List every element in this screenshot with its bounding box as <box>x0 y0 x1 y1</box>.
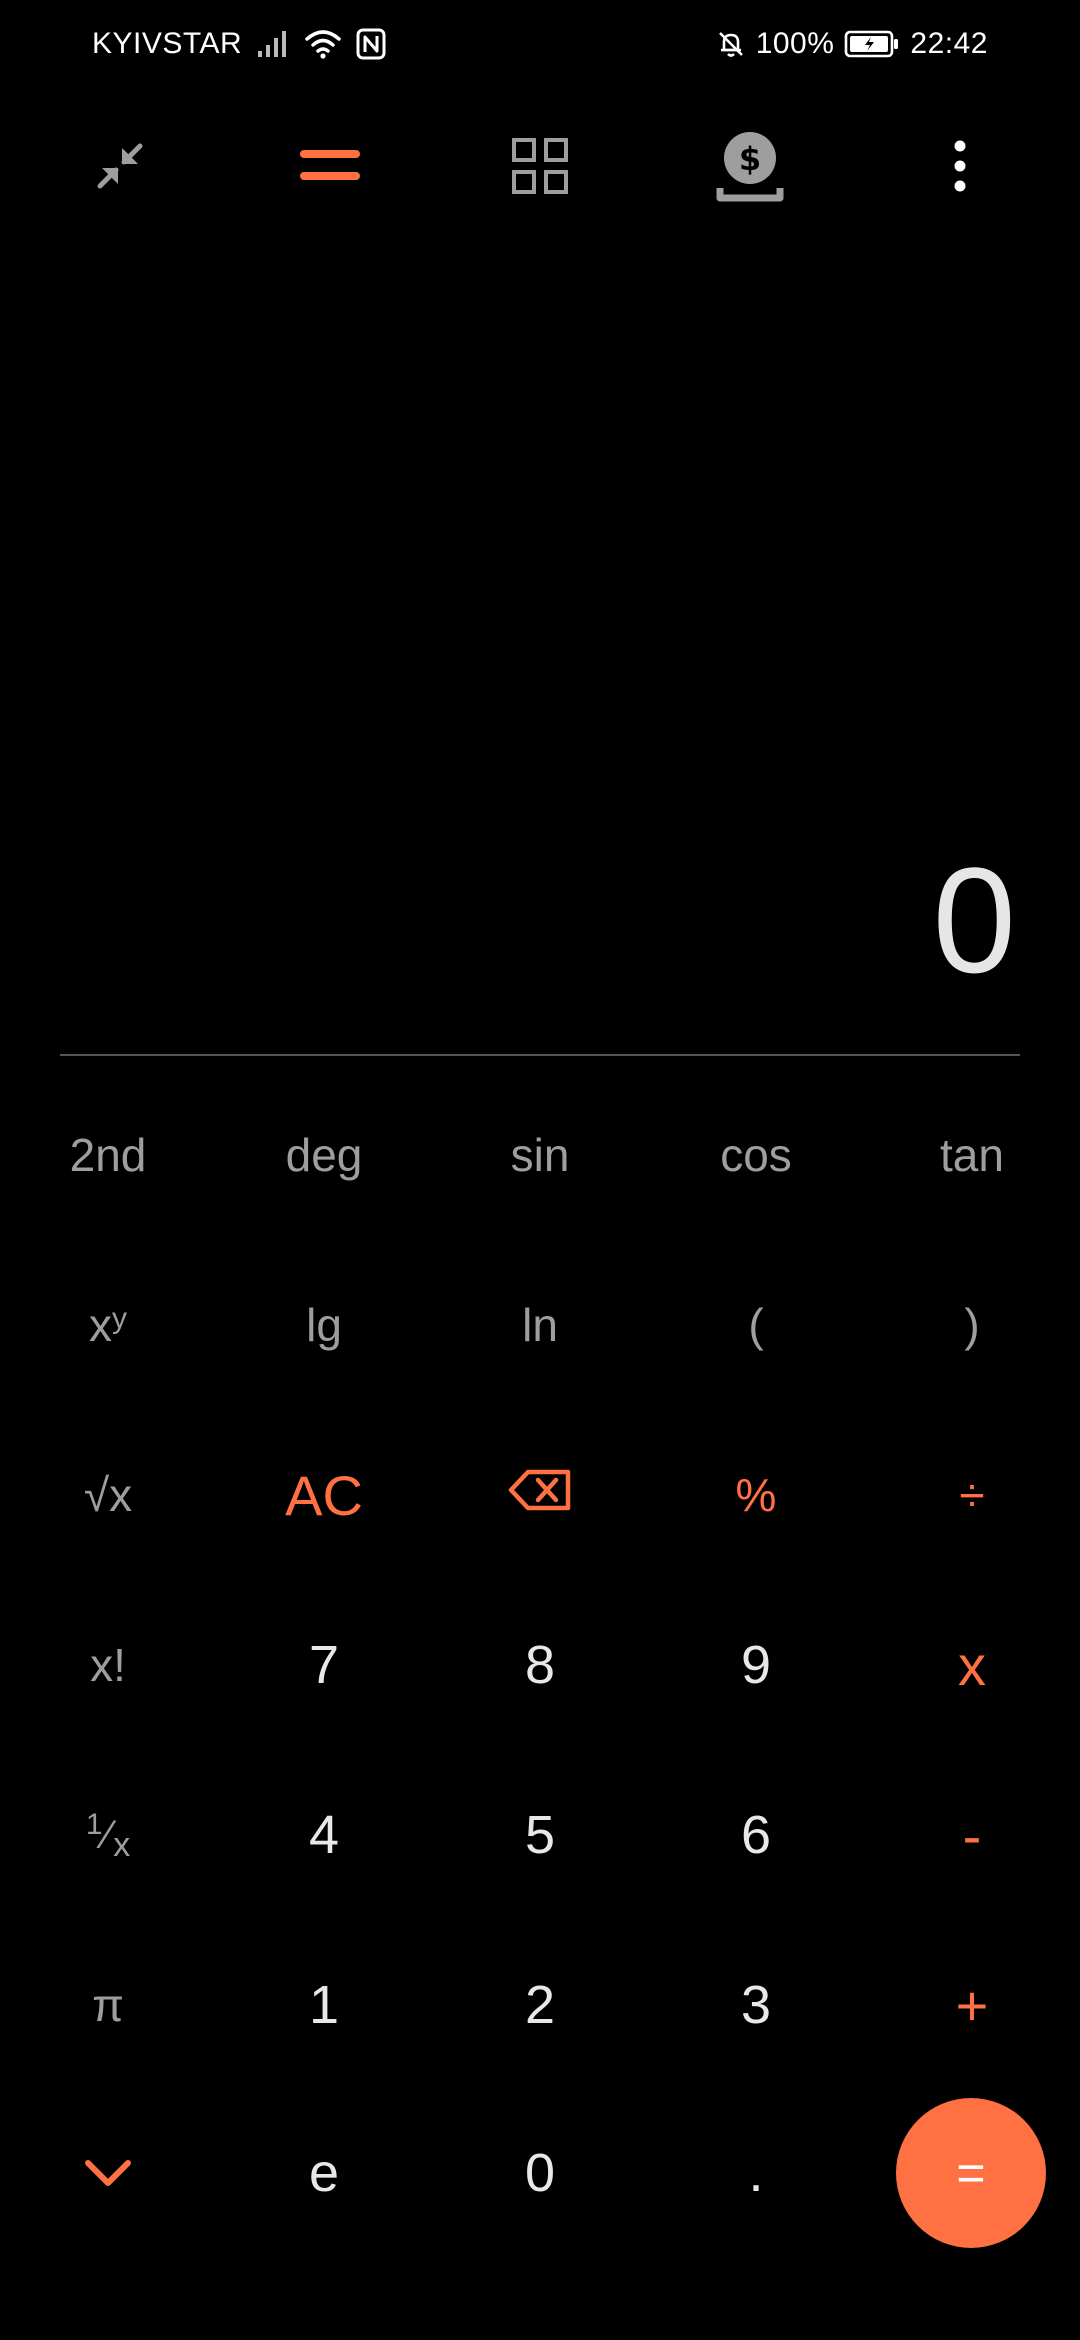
euler-e-key[interactable]: e <box>216 2088 432 2258</box>
percent-key[interactable]: % <box>648 1410 864 1580</box>
bell-muted-icon <box>716 29 746 59</box>
digit-9-key[interactable]: 9 <box>648 1580 864 1750</box>
chevron-down-icon <box>83 2146 133 2200</box>
battery-charging-icon <box>844 29 900 59</box>
tan-key[interactable]: tan <box>864 1070 1080 1240</box>
plus-key[interactable]: + <box>864 1920 1080 2090</box>
collapse-keypad-key[interactable] <box>0 2088 216 2258</box>
divide-key[interactable]: ÷ <box>864 1410 1080 1580</box>
second-function-key[interactable]: 2nd <box>0 1070 216 1240</box>
power-key[interactable]: xy <box>0 1240 216 1410</box>
reciprocal-denominator: x <box>113 1825 131 1864</box>
reciprocal-numerator: 1 <box>85 1808 103 1841</box>
digit-5-key[interactable]: 5 <box>432 1750 648 1920</box>
deg-key[interactable]: deg <box>216 1070 432 1240</box>
digit-7-key[interactable]: 7 <box>216 1580 432 1750</box>
nfc-icon <box>356 28 386 60</box>
backspace-icon <box>508 1468 572 1523</box>
digit-6-key[interactable]: 6 <box>648 1750 864 1920</box>
digit-0-key[interactable]: 0 <box>432 2088 648 2258</box>
backspace-key[interactable] <box>432 1410 648 1580</box>
display-divider <box>60 1054 1020 1056</box>
digit-2-key[interactable]: 2 <box>432 1920 648 2090</box>
currency-converter-button[interactable]: $ <box>700 118 800 218</box>
grid-icon <box>511 137 569 200</box>
clock-time: 22:42 <box>910 27 988 60</box>
reciprocal-slash: ⁄ <box>104 1812 112 1857</box>
digit-8-key[interactable]: 8 <box>432 1580 648 1750</box>
close-paren-key[interactable]: ) <box>864 1240 1080 1410</box>
wifi-icon <box>304 29 342 59</box>
collapse-button[interactable] <box>70 118 170 218</box>
multiply-key[interactable]: x <box>864 1580 1080 1750</box>
power-key-exponent: y <box>112 1302 127 1335</box>
minus-key[interactable]: - <box>864 1750 1080 1920</box>
standard-calculator-button[interactable] <box>280 118 380 218</box>
digit-3-key[interactable]: 3 <box>648 1920 864 2090</box>
toolbar: $ <box>0 118 1080 218</box>
status-bar: KYIVSTAR 100% 22:42 <box>0 0 1080 86</box>
decimal-point-key[interactable]: . <box>648 2088 864 2258</box>
pi-key[interactable]: π <box>0 1920 216 2090</box>
cos-key[interactable]: cos <box>648 1070 864 1240</box>
open-paren-key[interactable]: ( <box>648 1240 864 1410</box>
equals-button[interactable]: = <box>896 2098 1046 2248</box>
power-key-base: x <box>89 1299 112 1351</box>
currency-converter-icon: $ <box>712 128 788 209</box>
collapse-icon <box>92 138 148 199</box>
battery-percent: 100% <box>755 27 835 60</box>
all-clear-key[interactable]: AC <box>216 1410 432 1580</box>
grid-button[interactable] <box>490 118 590 218</box>
factorial-key[interactable]: x! <box>0 1580 216 1750</box>
digit-1-key[interactable]: 1 <box>216 1920 432 2090</box>
lg-key[interactable]: lg <box>216 1240 432 1410</box>
carrier-name: KYIVSTAR <box>92 27 243 60</box>
svg-text:$: $ <box>739 140 761 178</box>
sqrt-key[interactable]: √x <box>0 1410 216 1580</box>
standard-calculator-icon <box>298 144 362 193</box>
digit-4-key[interactable]: 4 <box>216 1750 432 1920</box>
reciprocal-key[interactable]: 1 ⁄ x <box>0 1750 216 1920</box>
signal-icon <box>256 29 290 59</box>
more-options-button[interactable] <box>910 118 1010 218</box>
result-display: 0 <box>932 836 1016 1004</box>
sin-key[interactable]: sin <box>432 1070 648 1240</box>
ln-key[interactable]: ln <box>432 1240 648 1410</box>
more-options-icon <box>950 138 970 199</box>
